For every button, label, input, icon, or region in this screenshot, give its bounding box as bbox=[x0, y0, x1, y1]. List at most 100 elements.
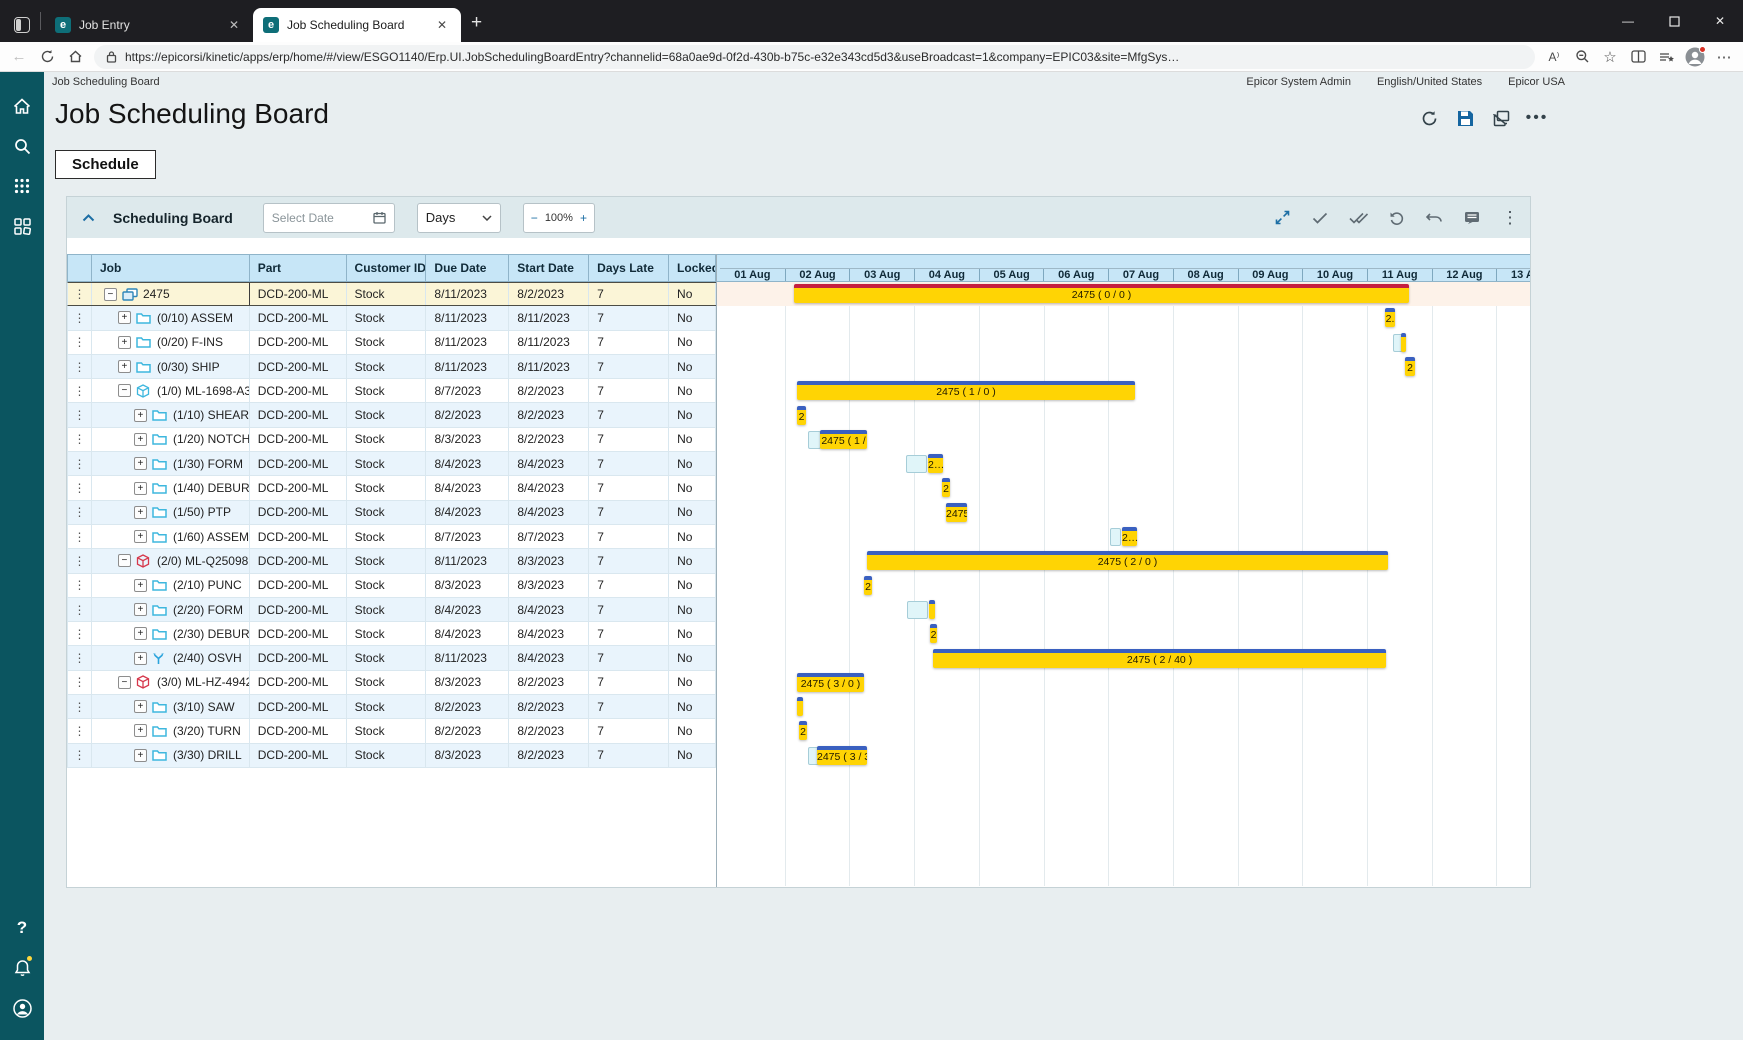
row-menu-icon[interactable]: ⋮ bbox=[68, 379, 92, 402]
back-icon[interactable]: ← bbox=[10, 48, 28, 66]
table-row[interactable]: ⋮+(3/10) SAWDCD-200-MLStock8/2/20238/2/2… bbox=[67, 695, 716, 719]
gantt-bar[interactable]: 2475 ( 2 / 40 ) bbox=[933, 649, 1386, 668]
table-row[interactable]: ⋮+(3/30) DRILLDCD-200-MLStock8/3/20238/2… bbox=[67, 744, 716, 768]
favorites-star-icon[interactable]: ☆ bbox=[1601, 48, 1619, 66]
expander-expand-box[interactable]: + bbox=[118, 336, 131, 349]
expander-expand-box[interactable]: + bbox=[134, 457, 147, 470]
apps-grid-icon[interactable] bbox=[0, 166, 44, 206]
row-menu-icon[interactable]: ⋮ bbox=[68, 452, 92, 475]
row-menu-icon[interactable]: ⋮ bbox=[68, 598, 92, 621]
help-icon[interactable]: ? bbox=[0, 908, 44, 948]
expander-expand-box[interactable]: + bbox=[134, 579, 147, 592]
row-menu-icon[interactable]: ⋮ bbox=[68, 403, 92, 426]
table-row[interactable]: ⋮+(2/10) PUNCDCD-200-MLStock8/3/20238/3/… bbox=[67, 574, 716, 598]
url-bar[interactable]: https://epicorsi/kinetic/apps/erp/home/#… bbox=[94, 45, 1535, 69]
undo-all-icon[interactable] bbox=[1424, 208, 1444, 228]
column-header-start-date[interactable]: Start Date bbox=[509, 255, 589, 281]
read-aloud-icon[interactable]: A⁾ bbox=[1545, 48, 1563, 66]
expander-expand-box[interactable]: + bbox=[134, 627, 147, 640]
row-menu-icon[interactable]: ⋮ bbox=[68, 695, 92, 718]
workspaces-icon[interactable] bbox=[14, 17, 30, 33]
table-row[interactable]: ⋮+(2/30) DEBURDCD-200-MLStock8/4/20238/4… bbox=[67, 622, 716, 646]
row-menu-icon[interactable]: ⋮ bbox=[68, 744, 92, 767]
gantt-bar[interactable]: 2. bbox=[1385, 308, 1395, 327]
expander-expand-box[interactable]: + bbox=[134, 700, 147, 713]
home-icon[interactable] bbox=[66, 48, 84, 66]
table-row[interactable]: ⋮+(1/50) PTPDCD-200-MLStock8/4/20238/4/2… bbox=[67, 501, 716, 525]
zoom-in-button[interactable]: + bbox=[580, 211, 587, 225]
expander-expand-box[interactable]: + bbox=[134, 603, 147, 616]
expander-expand-box[interactable]: + bbox=[134, 506, 147, 519]
gantt-bar[interactable]: 2475 ( 1 / 0 ) bbox=[797, 381, 1135, 400]
gantt-bar[interactable]: 2 bbox=[797, 406, 806, 425]
schedule-button[interactable]: Schedule bbox=[55, 150, 156, 179]
table-row[interactable]: ⋮+(1/40) DEBURDCD-200-MLStock8/4/20238/4… bbox=[67, 476, 716, 500]
select-date-input[interactable]: Select Date bbox=[263, 203, 395, 233]
gantt-bar[interactable]: 2 bbox=[942, 478, 950, 497]
expander-collapse-box[interactable]: − bbox=[104, 288, 117, 301]
current-user-label[interactable]: Epicor System Admin bbox=[1246, 76, 1351, 88]
tiles-favorites-icon[interactable] bbox=[0, 206, 44, 246]
breadcrumb[interactable]: Job Scheduling Board bbox=[52, 76, 160, 88]
collapse-chevron-icon[interactable] bbox=[77, 207, 99, 229]
interval-select[interactable]: Days bbox=[417, 203, 501, 233]
table-row[interactable]: ⋮+(2/40) OSVHDCD-200-MLStock8/11/20238/4… bbox=[67, 646, 716, 670]
table-row[interactable]: ⋮+(3/20) TURNDCD-200-MLStock8/2/20238/2/… bbox=[67, 719, 716, 743]
window-close-button[interactable]: ✕ bbox=[1697, 0, 1743, 42]
gantt-bar[interactable]: 2475 ( 3 / 0 ) bbox=[797, 673, 864, 692]
page-menu-icon[interactable]: ••• bbox=[1527, 108, 1547, 128]
gantt-bar[interactable] bbox=[1401, 333, 1406, 352]
row-menu-icon[interactable]: ⋮ bbox=[68, 622, 92, 645]
overlay-windows-icon[interactable] bbox=[1491, 108, 1511, 128]
row-menu-icon[interactable]: ⋮ bbox=[68, 283, 92, 305]
row-menu-icon[interactable]: ⋮ bbox=[68, 331, 92, 354]
gantt-bar[interactable] bbox=[797, 697, 803, 716]
notifications-bell-icon[interactable] bbox=[0, 948, 44, 988]
undo-icon[interactable] bbox=[1386, 208, 1406, 228]
panel-menu-icon[interactable]: ⋮ bbox=[1500, 208, 1520, 228]
row-menu-icon[interactable]: ⋮ bbox=[68, 428, 92, 451]
column-header-customer-id[interactable]: Customer ID bbox=[347, 255, 427, 281]
expander-expand-box[interactable]: + bbox=[134, 433, 147, 446]
expander-collapse-box[interactable]: − bbox=[118, 676, 131, 689]
expander-expand-box[interactable]: + bbox=[134, 652, 147, 665]
table-row[interactable]: ⋮−(1/0) ML-1698-A36DCD-200-MLStock8/7/20… bbox=[67, 379, 716, 403]
tab-close-icon[interactable]: ✕ bbox=[433, 16, 451, 34]
table-row[interactable]: ⋮+(0/10) ASSEMDCD-200-MLStock8/11/20238/… bbox=[67, 306, 716, 330]
table-row[interactable]: ⋮+(2/20) FORMDCD-200-MLStock8/4/20238/4/… bbox=[67, 598, 716, 622]
browser-menu-icon[interactable]: ⋯ bbox=[1715, 48, 1733, 66]
window-minimize-button[interactable]: — bbox=[1605, 0, 1651, 42]
gantt-bar[interactable]: 2475 bbox=[946, 503, 967, 522]
gantt-bar[interactable]: 2475 ( 2 / 0 ) bbox=[867, 551, 1388, 570]
expander-expand-box[interactable]: + bbox=[134, 749, 147, 762]
column-header-job[interactable]: Job bbox=[92, 255, 250, 281]
split-screen-icon[interactable] bbox=[1629, 48, 1647, 66]
tab-close-icon[interactable]: ✕ bbox=[225, 16, 243, 34]
column-header-days-late[interactable]: Days Late bbox=[589, 255, 669, 281]
expander-expand-box[interactable]: + bbox=[134, 724, 147, 737]
row-menu-icon[interactable]: ⋮ bbox=[68, 719, 92, 742]
column-header-due-date[interactable]: Due Date bbox=[426, 255, 509, 281]
browser-tab-job-entry[interactable]: e Job Entry ✕ bbox=[45, 8, 253, 42]
column-header-part[interactable]: Part bbox=[250, 255, 347, 281]
table-row[interactable]: ⋮+(1/10) SHEARDCD-200-MLStock8/2/20238/2… bbox=[67, 403, 716, 427]
locale-label[interactable]: English/United States bbox=[1377, 76, 1482, 88]
row-menu-icon[interactable]: ⋮ bbox=[68, 574, 92, 597]
gantt-bar[interactable]: 2 bbox=[1405, 357, 1415, 376]
zoom-out-button[interactable]: − bbox=[531, 211, 538, 225]
refresh-icon[interactable] bbox=[38, 48, 56, 66]
refresh-page-icon[interactable] bbox=[1419, 108, 1439, 128]
row-menu-icon[interactable]: ⋮ bbox=[68, 525, 92, 548]
table-row[interactable]: ⋮−2475DCD-200-MLStock8/11/20238/2/20237N… bbox=[67, 282, 716, 306]
gantt-bar[interactable]: 2 bbox=[799, 721, 807, 740]
row-menu-icon[interactable]: ⋮ bbox=[68, 501, 92, 524]
table-row[interactable]: ⋮−(3/0) ML-HZ-4942DCD-200-MLStock8/3/202… bbox=[67, 671, 716, 695]
expand-board-icon[interactable] bbox=[1272, 208, 1292, 228]
search-icon[interactable] bbox=[0, 126, 44, 166]
row-menu-icon[interactable]: ⋮ bbox=[68, 646, 92, 669]
row-menu-icon[interactable]: ⋮ bbox=[68, 355, 92, 378]
expander-expand-box[interactable]: + bbox=[118, 360, 131, 373]
table-row[interactable]: ⋮+(0/20) F-INSDCD-200-MLStock8/11/20238/… bbox=[67, 331, 716, 355]
expander-expand-box[interactable]: + bbox=[118, 311, 131, 324]
profile-avatar[interactable] bbox=[1685, 47, 1705, 67]
